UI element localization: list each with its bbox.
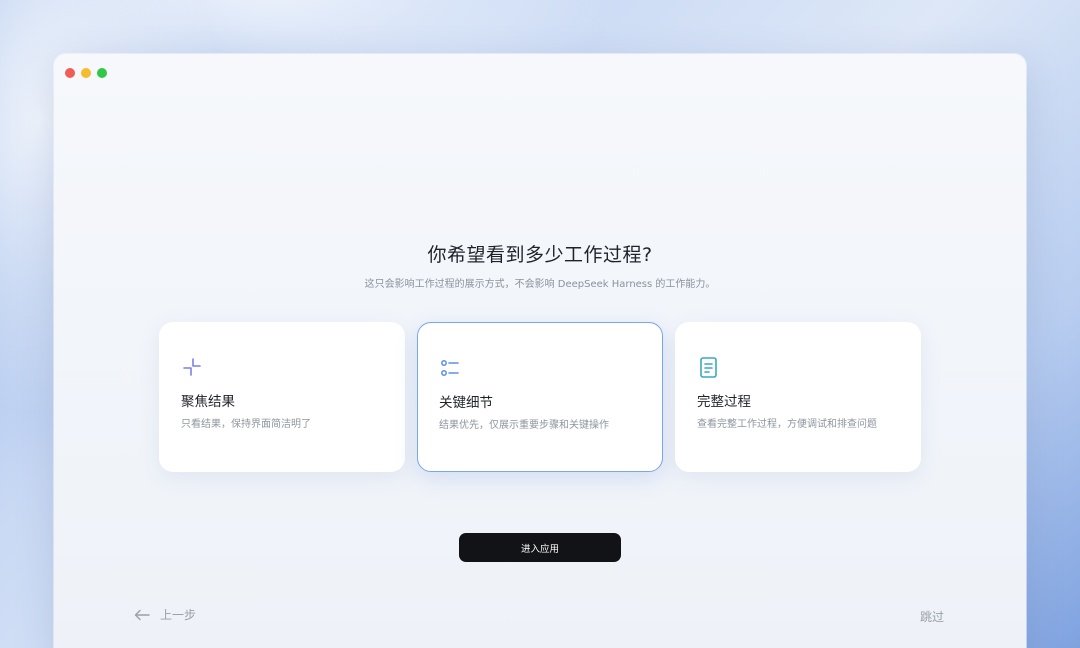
minimize-window-button[interactable] xyxy=(81,68,91,78)
app-window: 你希望看到多少工作过程? 这只会影响工作过程的展示方式，不会影响 DeepSee… xyxy=(54,54,1026,648)
document-icon xyxy=(697,356,719,378)
option-label: 关键细节 xyxy=(439,395,493,411)
option-card-full-process[interactable]: 完整过程 查看完整工作过程，方便调试和排查问题 xyxy=(675,322,921,472)
page-subtitle: 这只会影响工作过程的展示方式，不会影响 DeepSeek Harness 的工作… xyxy=(364,279,716,290)
option-description: 结果优先，仅展示重要步骤和关键操作 xyxy=(439,420,609,431)
option-description: 查看完整工作过程，方便调试和排查问题 xyxy=(697,419,877,430)
collapse-arrows-icon xyxy=(181,356,203,378)
enter-app-button[interactable]: 进入应用 xyxy=(459,533,621,562)
option-label: 完整过程 xyxy=(697,394,751,410)
window-controls xyxy=(65,68,107,78)
option-label: 聚焦结果 xyxy=(181,394,235,410)
page-title: 你希望看到多少工作过程? xyxy=(427,244,653,266)
close-window-button[interactable] xyxy=(65,68,75,78)
arrow-left-icon xyxy=(134,609,150,620)
back-label: 上一步 xyxy=(160,608,197,622)
option-cards: 聚焦结果 只看结果，保持界面简洁明了 关键细节 结果优先，仅展示重要步骤和关键操… xyxy=(159,322,921,472)
skip-button[interactable]: 跳过 xyxy=(920,608,944,625)
option-card-focus-result[interactable]: 聚焦结果 只看结果，保持界面简洁明了 xyxy=(159,322,405,472)
option-card-key-details[interactable]: 关键细节 结果优先，仅展示重要步骤和关键操作 xyxy=(417,322,663,472)
back-button[interactable]: 上一步 xyxy=(134,606,196,623)
list-icon xyxy=(439,357,461,379)
option-description: 只看结果，保持界面简洁明了 xyxy=(181,419,311,430)
maximize-window-button[interactable] xyxy=(97,68,107,78)
